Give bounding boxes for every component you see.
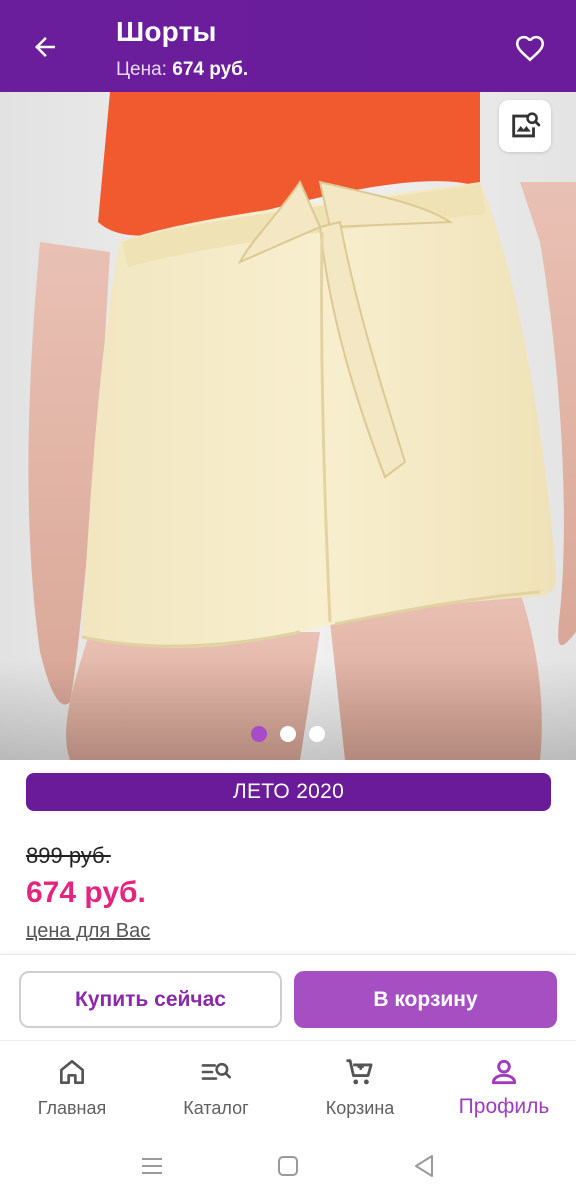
profile-icon [491, 1059, 517, 1085]
gallery-dot[interactable] [251, 726, 267, 742]
bottom-navigation: Главная Каталог Корзина Профиль [0, 1040, 576, 1132]
system-home-button[interactable] [275, 1153, 301, 1179]
collection-badge: ЛЕТО 2020 [26, 773, 551, 811]
back-button[interactable] [22, 24, 68, 70]
system-back-button[interactable] [411, 1153, 437, 1179]
product-photo [0, 92, 576, 760]
triangle-back-icon [415, 1155, 433, 1177]
nav-item-cart[interactable]: Корзина [288, 1041, 432, 1132]
buy-now-button[interactable]: Купить сейчас [19, 971, 282, 1028]
header-price-value: 674 руб. [172, 59, 249, 80]
header-price: Цена: 674 руб. [116, 59, 248, 81]
app-bar: Шорты Цена: 674 руб. [0, 0, 576, 92]
arrow-left-icon [35, 37, 55, 57]
header-price-label: Цена: [116, 59, 167, 80]
current-price: 674 руб. [26, 876, 146, 909]
nav-item-home[interactable]: Главная [0, 1041, 144, 1132]
system-navigation-bar [0, 1132, 576, 1200]
square-icon [278, 1156, 298, 1176]
gallery-pagination [0, 726, 576, 744]
image-search-button[interactable] [499, 100, 551, 152]
gallery-dot[interactable] [280, 726, 296, 742]
heart-icon [515, 35, 545, 62]
menu-icon [142, 1158, 162, 1174]
personal-price-link[interactable]: цена для Вас [26, 920, 150, 943]
image-search-icon [512, 112, 541, 138]
add-to-cart-button[interactable]: В корзину [294, 971, 557, 1028]
gallery-dot[interactable] [309, 726, 325, 742]
home-icon [60, 1060, 84, 1084]
page-title: Шорты [116, 16, 217, 47]
old-price: 899 руб. [26, 843, 111, 868]
catalog-search-icon [201, 1062, 232, 1080]
favorite-button[interactable] [510, 28, 550, 68]
nav-label-profile: Профиль [458, 1095, 550, 1118]
nav-item-catalog[interactable]: Каталог [144, 1041, 288, 1132]
system-menu-button[interactable] [139, 1153, 165, 1179]
cart-icon [346, 1059, 373, 1085]
product-gallery[interactable] [0, 92, 576, 760]
action-bar: Купить сейчас В корзину [0, 954, 576, 1040]
nav-item-profile[interactable]: Профиль [432, 1041, 576, 1132]
nav-label-catalog: Каталог [183, 1098, 249, 1118]
nav-label-cart: Корзина [325, 1098, 395, 1118]
nav-label-home: Главная [37, 1098, 107, 1118]
